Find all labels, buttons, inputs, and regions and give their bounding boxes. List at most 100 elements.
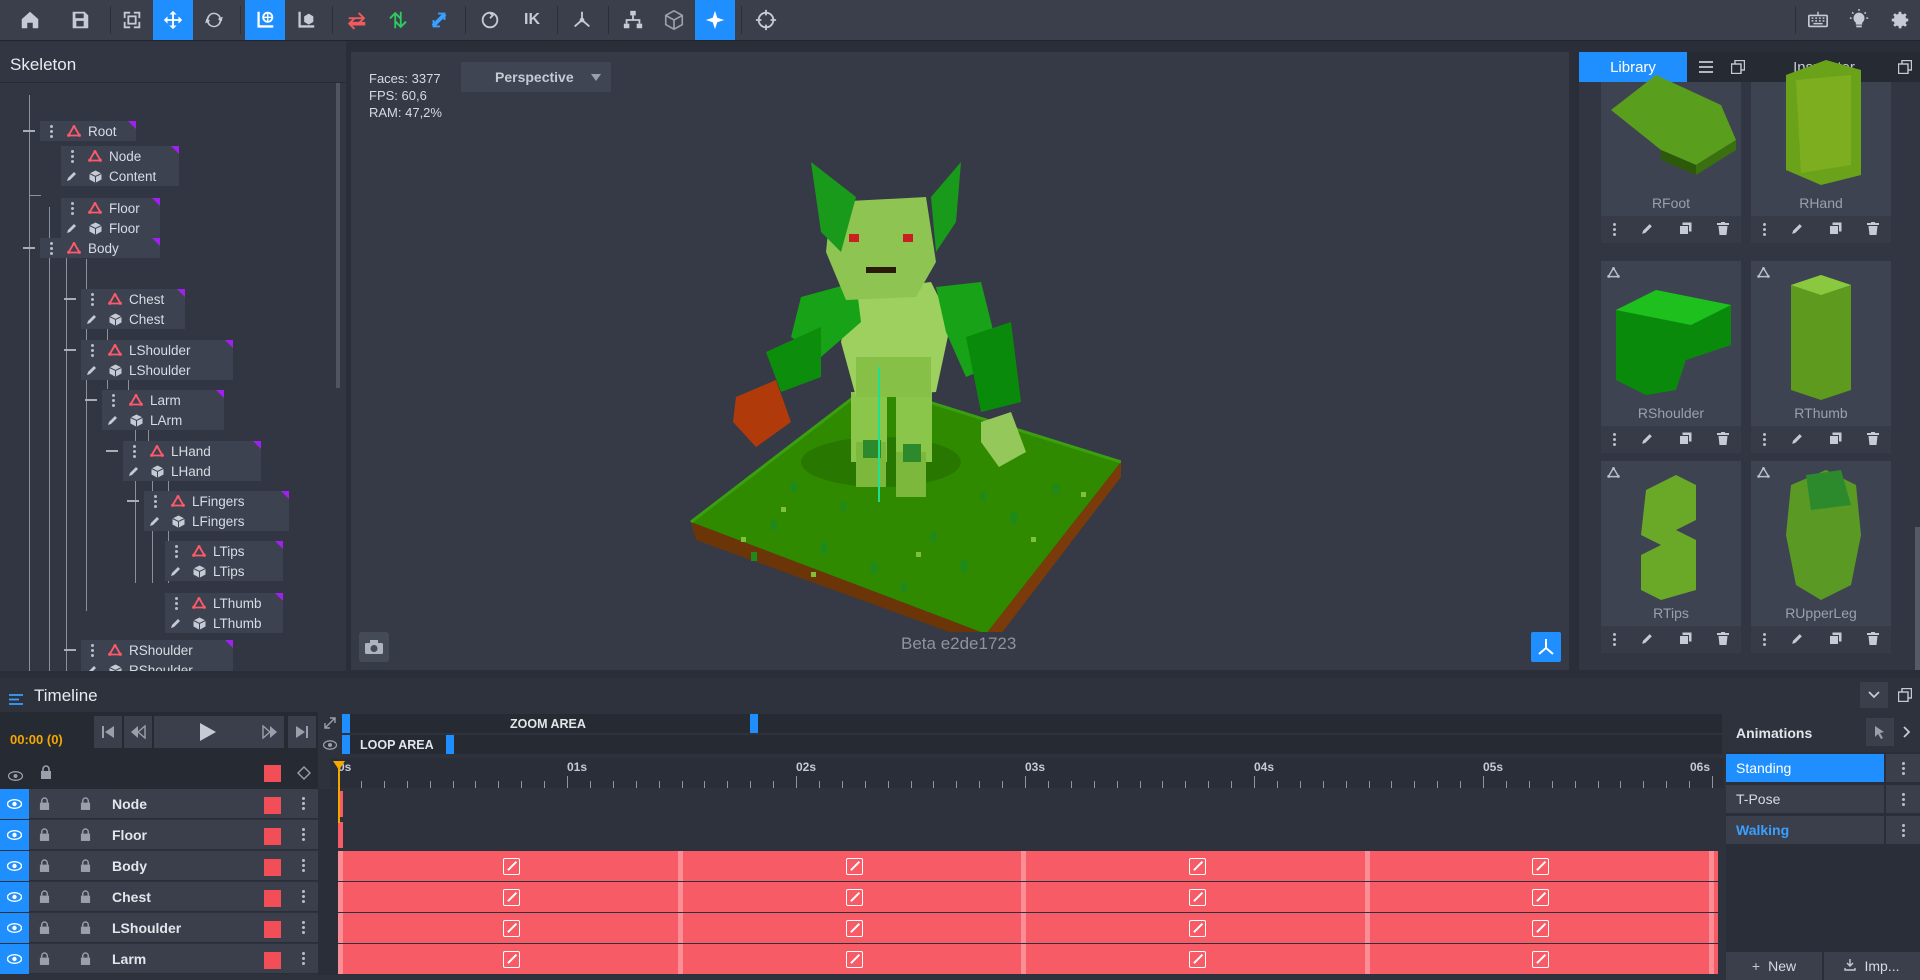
timeline-menu-icon[interactable] [9, 690, 23, 710]
node-menu-icon[interactable] [40, 124, 62, 138]
collapse-toggle[interactable] [23, 130, 35, 132]
loop-area-bar[interactable]: LOOP AREA [342, 735, 1722, 754]
loop-visibility-icon[interactable] [322, 737, 338, 755]
collapse-toggle[interactable] [127, 500, 139, 502]
edit-pen-icon[interactable] [61, 170, 83, 182]
edit-pen-icon[interactable] [1641, 432, 1654, 448]
target-icon[interactable] [746, 0, 786, 40]
library-item-card[interactable]: RThumb [1751, 261, 1891, 453]
track-row[interactable]: Larm [0, 944, 318, 974]
edit-pen-icon[interactable] [102, 414, 124, 426]
node-menu-icon[interactable] [61, 149, 83, 163]
node-menu-icon[interactable] [123, 444, 145, 458]
color-all-swatch[interactable] [264, 765, 281, 782]
edit-pen-icon[interactable] [81, 664, 103, 671]
track-row[interactable]: Chest [0, 882, 318, 912]
edit-pen-icon[interactable] [1641, 222, 1654, 238]
collapse-toggle[interactable] [64, 349, 76, 351]
skeleton-node[interactable]: Root [40, 121, 136, 141]
loop-end-handle[interactable] [446, 735, 454, 754]
skeleton-node[interactable]: LTips LTips [165, 541, 283, 581]
duplicate-icon[interactable] [1828, 432, 1842, 448]
keyframe-icon[interactable] [846, 951, 863, 968]
zoom-area-bar[interactable]: ZOOM AREA [342, 714, 1722, 733]
track-row[interactable]: LShoulder [0, 913, 318, 943]
item-menu-icon[interactable] [1613, 223, 1617, 236]
settings-gear-icon[interactable] [1880, 0, 1920, 40]
3d-viewport[interactable]: Faces: 3377 FPS: 60,6 RAM: 47,2% Perspec… [351, 52, 1569, 670]
keyframe-icon[interactable] [846, 920, 863, 937]
cube-icon[interactable] [654, 0, 694, 40]
item-menu-icon[interactable] [1763, 433, 1767, 446]
keyframe-icon[interactable] [846, 889, 863, 906]
keyframe-marker[interactable] [338, 822, 343, 848]
duplicate-icon[interactable] [1678, 222, 1692, 238]
lock-icon[interactable] [80, 890, 91, 907]
edit-pen-icon[interactable] [81, 364, 103, 376]
local-space-icon[interactable] [245, 0, 285, 40]
lock-icon[interactable] [39, 859, 50, 876]
duplicate-icon[interactable] [1678, 632, 1692, 648]
eye-visibility-icon[interactable] [0, 789, 29, 819]
view-mode-dropdown[interactable]: Perspective [461, 62, 611, 92]
item-menu-icon[interactable] [1613, 433, 1617, 446]
undock-inspector-icon[interactable] [1890, 52, 1920, 82]
track-menu-icon[interactable] [302, 859, 305, 872]
keyframe-icon[interactable] [1189, 951, 1206, 968]
keyframe-icon[interactable] [1532, 889, 1549, 906]
item-menu-icon[interactable] [1763, 633, 1767, 646]
delete-trash-icon[interactable] [1866, 221, 1879, 238]
previous-frame-icon[interactable] [124, 716, 152, 748]
node-menu-icon[interactable] [144, 494, 166, 508]
duplicate-icon[interactable] [1828, 632, 1842, 648]
ik-button[interactable]: IK [512, 0, 552, 40]
edit-pen-icon[interactable] [1791, 632, 1804, 648]
skeleton-node[interactable]: Floor Floor [61, 198, 160, 238]
expand-icon[interactable] [324, 716, 336, 734]
delete-trash-icon[interactable] [1716, 431, 1729, 448]
duplicate-icon[interactable] [1828, 222, 1842, 238]
joint-icon[interactable] [562, 0, 602, 40]
keyboard-icon[interactable] [1798, 0, 1838, 40]
skeleton-node[interactable]: Body [40, 238, 160, 258]
library-item-card[interactable]: RFoot [1601, 75, 1741, 243]
axis-gizmo-icon[interactable] [1531, 632, 1561, 662]
playhead-handle[interactable] [333, 761, 345, 770]
keyframe-diamond-icon[interactable] [297, 766, 311, 785]
animation-item[interactable]: Standing [1726, 754, 1884, 782]
edit-pen-icon[interactable] [81, 313, 103, 325]
node-menu-icon[interactable] [40, 241, 62, 255]
node-menu-icon[interactable] [61, 201, 83, 215]
swap-horizontal-icon[interactable] [337, 0, 377, 40]
keyframe-icon[interactable] [1532, 951, 1549, 968]
eye-visibility-icon[interactable] [0, 851, 29, 881]
delete-trash-icon[interactable] [1716, 631, 1729, 648]
skeleton-node[interactable]: LThumb LThumb [165, 593, 283, 633]
pivot-icon[interactable] [286, 0, 326, 40]
animation-menu-icon[interactable] [1886, 785, 1920, 813]
keyframe-icon[interactable] [503, 951, 520, 968]
node-menu-icon[interactable] [165, 544, 187, 558]
keyframe-icon[interactable] [503, 920, 520, 937]
edit-pen-icon[interactable] [165, 617, 187, 629]
library-item-card[interactable]: RUpperLeg [1751, 461, 1891, 653]
keyframe-icon[interactable] [503, 858, 520, 875]
track-row[interactable]: Node [0, 789, 318, 819]
import-animation-button[interactable]: Imp... [1824, 952, 1920, 980]
track-row[interactable]: Body [0, 851, 318, 881]
visibility-all-icon[interactable] [7, 768, 24, 786]
lock-all-icon[interactable] [40, 765, 52, 785]
skeleton-node[interactable]: Node Content [61, 146, 179, 186]
duplicate-icon[interactable] [1678, 432, 1692, 448]
collapse-toggle[interactable] [85, 399, 97, 401]
track-color-swatch[interactable] [264, 797, 281, 814]
skeleton-scrollbar[interactable] [336, 83, 340, 388]
next-frame-icon[interactable] [256, 716, 284, 748]
loop-start-handle[interactable] [342, 735, 350, 754]
track-lane[interactable] [338, 851, 1718, 881]
track-menu-icon[interactable] [302, 797, 305, 810]
edit-pen-icon[interactable] [144, 515, 166, 527]
keyframe-icon[interactable] [1189, 889, 1206, 906]
node-menu-icon[interactable] [81, 292, 103, 306]
chevron-right-icon[interactable] [1896, 718, 1918, 746]
